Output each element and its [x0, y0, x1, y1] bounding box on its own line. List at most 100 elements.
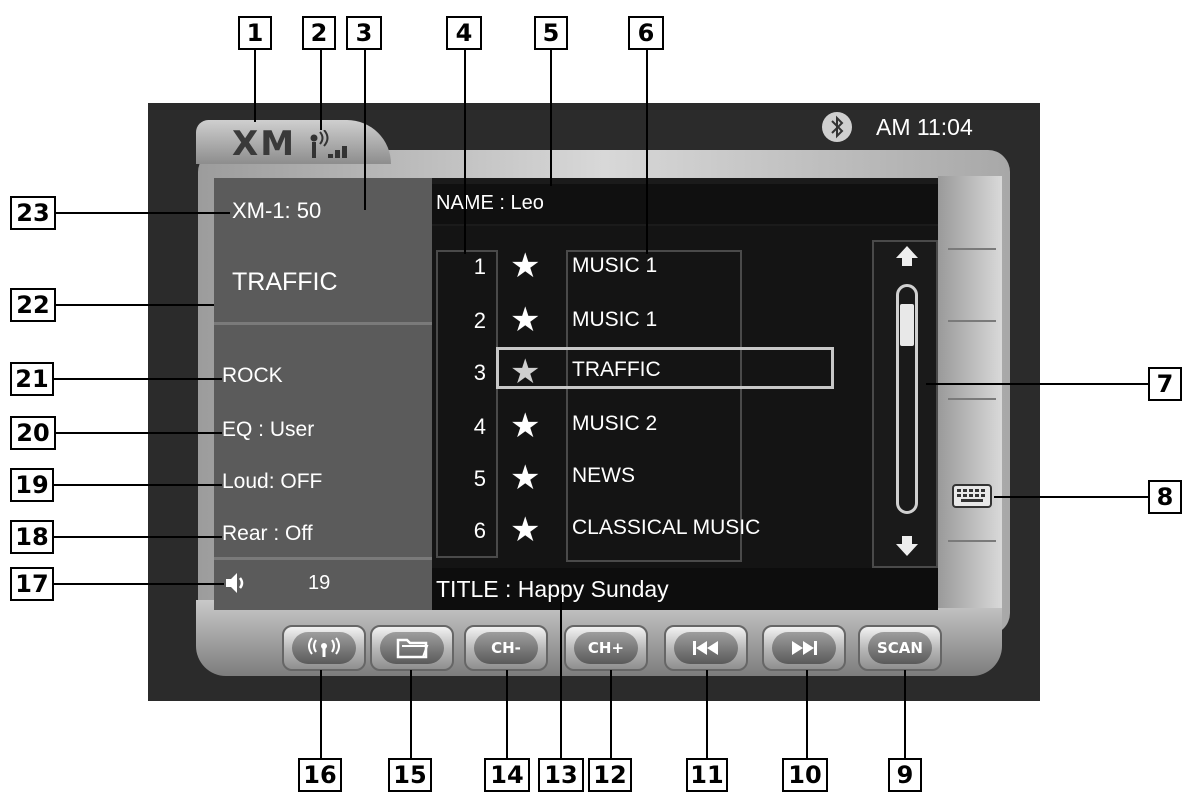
channel-up-button[interactable]: CH+: [564, 625, 648, 671]
preset-number-column: [436, 250, 498, 558]
channel-down-label: CH-: [474, 632, 538, 664]
preset-label[interactable]: CLASSICAL MUSIC: [572, 516, 760, 540]
skip-back-icon: [674, 632, 738, 664]
callout-6: 6: [628, 16, 664, 50]
scan-label: SCAN: [868, 632, 932, 664]
preset-label[interactable]: MUSIC 1: [572, 254, 657, 278]
callout-7: 7: [1148, 367, 1182, 401]
preset-number: 1: [473, 254, 486, 279]
panel-divider: [214, 322, 432, 325]
favorite-star-icon[interactable]: ★: [510, 460, 540, 496]
preset-label[interactable]: MUSIC 1: [572, 308, 657, 332]
favorite-star-icon[interactable]: ★: [510, 302, 540, 338]
volume-level: 19: [308, 572, 331, 594]
leader-line-8: [994, 496, 1148, 498]
previous-button[interactable]: [664, 625, 748, 671]
channel-number: XM-1: 50: [232, 198, 322, 223]
leader-line-4: [464, 50, 466, 254]
xm-logo: XM: [232, 124, 297, 164]
callout-14: 14: [484, 758, 530, 792]
callout-1: 1: [238, 16, 272, 50]
loudness-setting[interactable]: Loud: OFF: [222, 470, 322, 494]
leader-line-16: [320, 670, 322, 760]
volume-icon[interactable]: [224, 570, 250, 596]
leader-line-2: [320, 50, 322, 130]
clock: AM 11:04: [876, 114, 973, 140]
leader-line-19: [54, 484, 222, 486]
leader-line-11: [706, 670, 708, 760]
leader-line-7: [926, 383, 1148, 385]
callout-5: 5: [534, 16, 568, 50]
favorite-star-icon[interactable]: ★: [510, 248, 540, 284]
folder-button[interactable]: [370, 625, 454, 671]
folder-icon: [380, 632, 444, 664]
scan-button[interactable]: SCAN: [858, 625, 942, 671]
leader-line-18: [54, 536, 222, 538]
preset-number: 5: [473, 466, 486, 491]
callout-13: 13: [538, 758, 584, 792]
callout-23: 23: [10, 196, 56, 230]
favorite-star-icon[interactable]: ★: [510, 512, 540, 548]
preset-number: 6: [473, 518, 486, 543]
leader-line-23: [54, 212, 230, 214]
callout-16: 16: [298, 758, 342, 792]
leader-line-5: [550, 50, 552, 186]
leader-line-3: [364, 50, 366, 210]
leader-line-13: [560, 594, 562, 760]
leader-line-15: [410, 670, 412, 760]
channel-down-button[interactable]: CH-: [464, 625, 548, 671]
category-label[interactable]: ROCK: [222, 364, 283, 388]
callout-12: 12: [588, 758, 632, 792]
channel-up-label: CH+: [574, 632, 638, 664]
favorite-star-icon[interactable]: ★: [510, 354, 540, 390]
preset-label[interactable]: MUSIC 2: [572, 412, 657, 436]
scroll-up-icon[interactable]: [894, 244, 920, 268]
callout-18: 18: [10, 520, 54, 554]
callout-4: 4: [446, 16, 482, 50]
leader-line-20: [54, 432, 222, 434]
bezel-right-strip: [938, 176, 1002, 608]
leader-line-6: [646, 50, 648, 254]
leader-line-10: [806, 670, 808, 760]
next-button[interactable]: [762, 625, 846, 671]
skip-forward-icon: [772, 632, 836, 664]
strip-divider: [948, 540, 996, 542]
scrollbar-thumb[interactable]: [900, 304, 914, 346]
rear-setting[interactable]: Rear : Off: [222, 522, 313, 546]
callout-15: 15: [388, 758, 432, 792]
callout-20: 20: [10, 416, 56, 450]
preset-label[interactable]: TRAFFIC: [572, 358, 661, 382]
callout-11: 11: [686, 758, 728, 792]
leader-line-12: [610, 670, 612, 760]
leader-line-9: [904, 670, 906, 760]
callout-8: 8: [1148, 480, 1182, 514]
user-name: NAME : Leo: [436, 192, 544, 214]
channel-name: TRAFFIC: [232, 268, 338, 296]
preset-number: 3: [473, 360, 486, 385]
preset-number: 4: [473, 414, 486, 439]
callout-3: 3: [346, 16, 382, 50]
panel-divider: [214, 557, 432, 560]
band-button[interactable]: [282, 625, 366, 671]
strip-divider: [948, 398, 996, 400]
signal-strength-icon: [306, 129, 352, 160]
callout-22: 22: [10, 288, 56, 322]
strip-divider: [948, 248, 996, 250]
eq-setting[interactable]: EQ : User: [222, 418, 314, 442]
strip-divider: [948, 320, 996, 322]
callout-2: 2: [302, 16, 336, 50]
preset-number: 2: [473, 308, 486, 333]
leader-line-1: [254, 50, 256, 122]
leader-line-17: [54, 583, 224, 585]
preset-label[interactable]: NEWS: [572, 464, 635, 488]
callout-10: 10: [782, 758, 828, 792]
selected-preset-highlight: [496, 347, 834, 389]
antenna-icon: [292, 632, 356, 664]
bluetooth-icon: [822, 112, 852, 142]
keyboard-icon[interactable]: [952, 483, 992, 509]
favorite-star-icon[interactable]: ★: [510, 408, 540, 444]
callout-19: 19: [10, 468, 54, 502]
scroll-down-icon[interactable]: [894, 534, 920, 558]
callout-21: 21: [10, 362, 54, 396]
callout-17: 17: [10, 567, 54, 601]
